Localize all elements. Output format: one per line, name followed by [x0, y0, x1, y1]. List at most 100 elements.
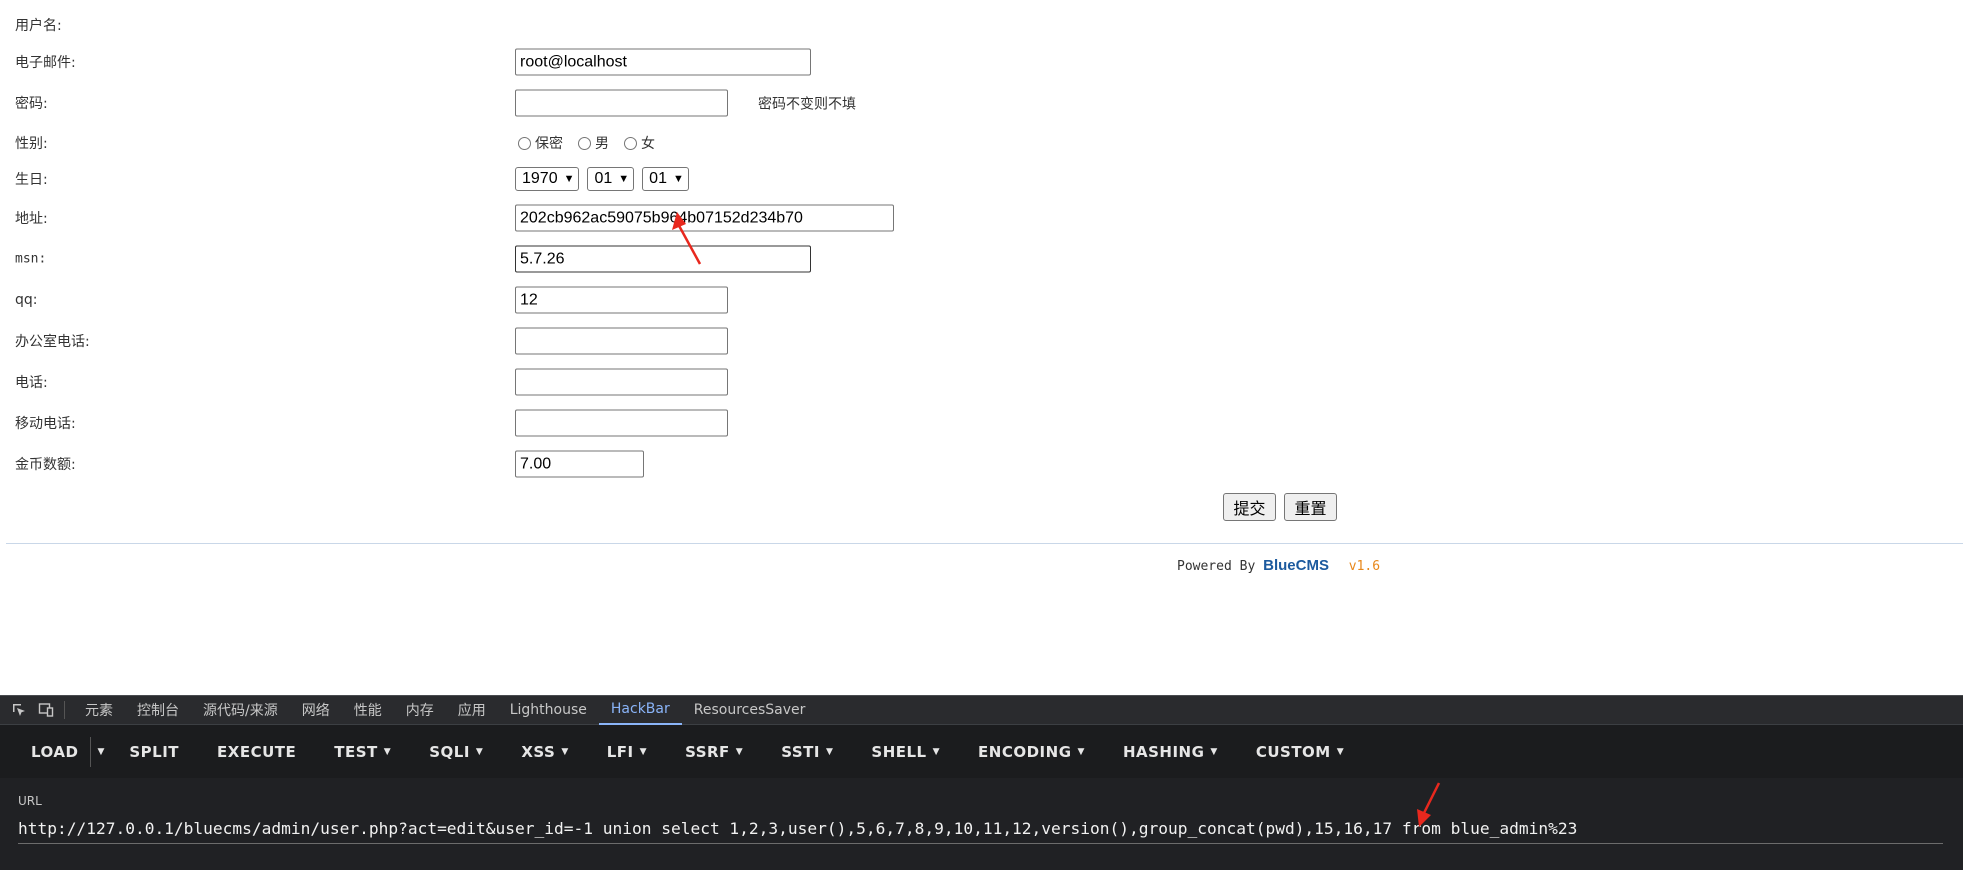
- powered-prefix: Powered By: [1177, 559, 1256, 574]
- msn-input[interactable]: [515, 245, 811, 273]
- row-email: 电子邮件:: [0, 47, 1963, 77]
- chevron-down-icon: ▼: [618, 173, 630, 185]
- chevron-down-icon: ▼: [672, 173, 684, 185]
- tab-separator: [64, 701, 65, 719]
- row-password: 密码: 密码不变则不填: [0, 88, 1963, 118]
- tab-console[interactable]: 控制台: [125, 696, 191, 725]
- hackbar-url-area: URL http://127.0.0.1/bluecms/admin/user.…: [0, 778, 1963, 870]
- password-label: 密码:: [15, 96, 48, 112]
- ssrf-menu[interactable]: SSRF ▼: [666, 725, 762, 778]
- mobile-input[interactable]: [515, 409, 728, 437]
- custom-menu[interactable]: CUSTOM ▼: [1237, 725, 1363, 778]
- office-phone-input[interactable]: [515, 327, 728, 355]
- row-qq: qq:: [0, 285, 1963, 315]
- qq-label: qq:: [15, 292, 38, 308]
- shell-label: SHELL: [871, 742, 927, 761]
- device-toolbar-icon[interactable]: [37, 702, 54, 719]
- row-birthday: 生日: 1970 ▼ 01 ▼ 01 ▼: [0, 164, 1963, 194]
- coins-label: 金币数额:: [15, 457, 76, 473]
- password-hint: 密码不变则不填: [758, 96, 856, 112]
- ssrf-label: SSRF: [685, 742, 730, 761]
- shell-menu[interactable]: SHELL ▼: [852, 725, 959, 778]
- tab-elements[interactable]: 元素: [73, 696, 125, 725]
- gender-label: 性别:: [15, 136, 48, 152]
- load-button[interactable]: LOAD: [0, 725, 90, 778]
- chevron-down-icon: ▼: [561, 746, 569, 757]
- row-address: 地址:: [0, 203, 1963, 233]
- hashing-menu[interactable]: HASHING ▼: [1104, 725, 1237, 778]
- birthday-month-value: 01: [594, 170, 613, 187]
- tab-sources[interactable]: 源代码/来源: [191, 696, 290, 725]
- powered-by: Powered By BlueCMS v1.6: [1177, 557, 1380, 574]
- version-label: v1.6: [1348, 559, 1381, 574]
- test-label: TEST: [334, 742, 378, 761]
- birthday-day-value: 01: [649, 170, 667, 187]
- username-label: 用户名:: [15, 18, 62, 34]
- row-mobile: 移动电话:: [0, 408, 1963, 438]
- chevron-down-icon: ▼: [475, 746, 484, 757]
- url-label: URL: [18, 794, 42, 808]
- msn-label: msn:: [15, 251, 47, 267]
- phone-input[interactable]: [515, 368, 728, 396]
- qq-input[interactable]: [515, 286, 728, 314]
- gender-option-male: 男: [595, 136, 609, 152]
- email-label: 电子邮件:: [15, 55, 76, 71]
- brand-link[interactable]: BlueCMS: [1263, 557, 1329, 574]
- office-phone-label: 办公室电话:: [15, 334, 90, 350]
- tab-performance[interactable]: 性能: [342, 696, 394, 725]
- xss-menu[interactable]: XSS ▼: [502, 725, 587, 778]
- chevron-down-icon: ▼: [383, 746, 392, 757]
- tab-network[interactable]: 网络: [290, 696, 342, 725]
- tab-memory[interactable]: 内存: [394, 696, 446, 725]
- reset-button[interactable]: 重置: [1284, 493, 1337, 521]
- chevron-down-icon: ▼: [932, 746, 941, 757]
- gender-radio-male[interactable]: [578, 136, 591, 150]
- encoding-label: ENCODING: [978, 742, 1072, 761]
- chevron-down-icon: ▼: [735, 746, 744, 757]
- url-textarea[interactable]: http://127.0.0.1/bluecms/admin/user.php?…: [18, 816, 1943, 844]
- lfi-label: LFI: [606, 742, 634, 761]
- execute-button[interactable]: EXECUTE: [198, 725, 315, 778]
- test-menu[interactable]: TEST ▼: [315, 725, 410, 778]
- row-username: 用户名:: [0, 10, 1963, 40]
- inspect-element-icon[interactable]: [10, 702, 27, 719]
- lfi-menu[interactable]: LFI ▼: [588, 725, 666, 778]
- footer-divider: [6, 543, 1963, 544]
- chevron-down-icon: ▼: [1210, 746, 1218, 757]
- chevron-down-icon: ▼: [563, 173, 575, 185]
- chevron-down-icon: ▼: [825, 746, 834, 757]
- birthday-day-select[interactable]: 01 ▼: [642, 167, 689, 191]
- encoding-menu[interactable]: ENCODING ▼: [959, 725, 1104, 778]
- submit-button[interactable]: 提交: [1223, 493, 1276, 521]
- user-edit-form: 用户名: 电子邮件: 密码: 密码不变则不填 性别: 保密 男 女 生日: 19…: [0, 0, 1963, 695]
- row-coins: 金币数额:: [0, 449, 1963, 479]
- coins-input[interactable]: [515, 450, 644, 478]
- row-gender: 性别: 保密 男 女: [0, 128, 1963, 158]
- birthday-month-select[interactable]: 01 ▼: [587, 167, 635, 191]
- tab-lighthouse[interactable]: Lighthouse: [498, 696, 599, 725]
- tab-hackbar[interactable]: HackBar: [598, 696, 682, 725]
- email-input[interactable]: [515, 48, 811, 76]
- chevron-down-icon: ▼: [1077, 746, 1085, 757]
- hashing-label: HASHING: [1122, 742, 1205, 761]
- split-button[interactable]: SPLIT: [110, 725, 198, 778]
- birthday-year-select[interactable]: 1970 ▼: [515, 167, 580, 191]
- password-input[interactable]: [515, 89, 728, 117]
- address-label: 地址:: [15, 211, 48, 227]
- row-phone: 电话:: [0, 367, 1963, 397]
- birthday-label: 生日:: [15, 172, 48, 188]
- tab-application[interactable]: 应用: [446, 696, 498, 725]
- hackbar-toolbar: LOAD ▼ SPLIT EXECUTE TEST ▼ SQLI ▼ XSS ▼ LF…: [0, 725, 1963, 778]
- xss-label: XSS: [521, 742, 556, 761]
- gender-option-female: 女: [641, 136, 655, 152]
- sqli-menu[interactable]: SQLI ▼: [410, 725, 502, 778]
- load-dropdown-icon[interactable]: ▼: [90, 736, 110, 767]
- ssti-menu[interactable]: SSTI ▼: [762, 725, 852, 778]
- tab-resourcessaver[interactable]: ResourcesSaver: [682, 696, 818, 725]
- annotation-arrow-address: [672, 212, 702, 265]
- devtools-panel: 元素 控制台 源代码/来源 网络 性能 内存 应用 Lighthouse Hac…: [0, 695, 1963, 870]
- ssti-label: SSTI: [781, 742, 820, 761]
- devtools-tab-bar: 元素 控制台 源代码/来源 网络 性能 内存 应用 Lighthouse Hac…: [0, 695, 1963, 725]
- gender-radio-secret[interactable]: [518, 136, 531, 150]
- gender-radio-female[interactable]: [624, 136, 637, 150]
